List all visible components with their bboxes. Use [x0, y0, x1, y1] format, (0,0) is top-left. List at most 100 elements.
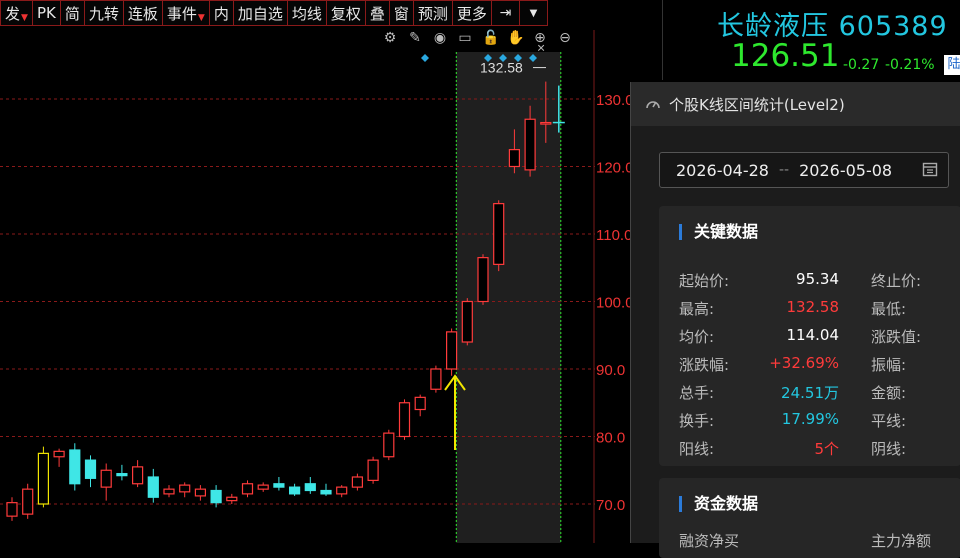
- candle-body: [289, 486, 301, 495]
- calendar-icon[interactable]: [922, 161, 938, 177]
- settings-icon[interactable]: ⚙: [382, 30, 398, 46]
- y-tick-label: 100.0: [596, 295, 630, 312]
- date-end[interactable]: 2026-05-08: [799, 161, 892, 180]
- candle-body: [194, 488, 206, 497]
- key-data-row: 涨跌幅: +32.69%: [679, 354, 839, 374]
- zoom-in-icon[interactable]: ⊕: [532, 30, 548, 46]
- toolbar-item-label: 窗: [393, 4, 409, 23]
- toolbar-item[interactable]: 简: [60, 0, 85, 26]
- candle-body: [147, 476, 159, 498]
- toolbar-item[interactable]: 事件 ▼: [162, 0, 210, 26]
- key-data-value: 24.51万: [781, 384, 839, 402]
- key-data-label: 最高:: [679, 300, 715, 318]
- key-data-card: 关键数据 起始价: 95.34 最高: 132.58 均价: 114.04 涨跌幅: +32.…: [659, 206, 960, 466]
- key-data-label: 终止价:: [871, 272, 922, 290]
- toolbar-item[interactable]: 复权: [326, 0, 366, 26]
- key-data-label: 均价:: [679, 328, 715, 346]
- toolbar-item[interactable]: PK: [32, 0, 61, 26]
- key-data-label: 金额:: [871, 384, 907, 402]
- candle-body: [493, 203, 505, 265]
- key-data-label: 平线:: [871, 412, 907, 430]
- candle-body: [257, 484, 269, 490]
- toolbar-item[interactable]: 均线: [287, 0, 327, 26]
- key-data-row-right: 最低:: [871, 298, 960, 318]
- candle-body: [336, 486, 348, 495]
- toolbar-item[interactable]: 连板: [123, 0, 163, 26]
- y-tick-label: 130.0: [596, 92, 630, 109]
- candle-body: [461, 300, 473, 343]
- fund-row-left-label: 融资净买: [679, 532, 740, 550]
- fund-data-card: 资金数据 融资净买 主力净额: [659, 478, 960, 558]
- key-data-row: 均价: 114.04: [679, 326, 839, 346]
- toolbar-item[interactable]: 预测: [413, 0, 453, 26]
- key-data-value: +32.69%: [769, 354, 839, 372]
- candle-body: [524, 118, 536, 171]
- y-tick-label: 70.0: [596, 497, 625, 514]
- caret-down-icon: ▼: [21, 13, 28, 23]
- kline-chart[interactable]: 130.0120.0110.0100.090.080.070.0132.58×: [0, 0, 630, 543]
- candle-body: [241, 483, 254, 495]
- panel-title-bar[interactable]: 个股K线区间统计(Level2): [631, 82, 960, 126]
- date-start[interactable]: 2026-04-28: [676, 161, 769, 180]
- key-data-title: 关键数据: [679, 224, 758, 240]
- toolbar-item[interactable]: 窗: [389, 0, 414, 26]
- key-data-row: 起始价: 95.34: [679, 270, 839, 290]
- toolbar-item-label: 均线: [291, 4, 322, 23]
- toolbar-item[interactable]: 发 ▼: [0, 0, 33, 26]
- candle-body: [163, 488, 175, 495]
- candle-body: [210, 489, 222, 504]
- key-data-label: 阳线:: [679, 440, 715, 458]
- key-data-value: 17.99%: [781, 410, 839, 428]
- y-tick-label: 120.0: [596, 160, 630, 177]
- high-price-label: 132.58: [480, 60, 523, 76]
- key-data-value: 95.34: [796, 270, 839, 288]
- candle-body: [22, 488, 34, 515]
- key-data-row: 总手: 24.51万: [679, 382, 839, 402]
- panel-title: 个股K线区间统计(Level2): [669, 95, 845, 114]
- toolbar-item[interactable]: 九转: [84, 0, 124, 26]
- briefcase-icon[interactable]: ▭: [457, 30, 473, 46]
- key-data-row-right: 振幅:: [871, 354, 960, 374]
- stock-price: 126.51: [731, 38, 840, 74]
- toolbar-item[interactable]: 加自选: [233, 0, 288, 26]
- collapse-right-icon[interactable]: ⇥: [491, 0, 520, 26]
- key-data-label: 换手:: [679, 412, 715, 430]
- date-range-picker[interactable]: 2026-04-28 -- 2026-05-08: [659, 152, 949, 188]
- eye-icon[interactable]: ◉: [432, 30, 448, 46]
- candle-body: [226, 496, 238, 502]
- stock-change: -0.27: [843, 57, 880, 73]
- y-tick-label: 90.0: [596, 362, 625, 379]
- toolbar-item-label: 更多: [456, 4, 487, 23]
- key-data-label: 振幅:: [871, 356, 907, 374]
- candle-body: [84, 459, 97, 479]
- candle-body: [351, 476, 363, 488]
- key-data-label: 涨跌幅:: [679, 356, 730, 374]
- lock-icon[interactable]: 🔓: [482, 30, 499, 46]
- hand-icon[interactable]: ✋: [507, 30, 524, 46]
- key-data-row-right: 涨跌值:: [871, 326, 960, 346]
- toolbar-item-label: 连板: [127, 4, 158, 23]
- candle-body: [383, 432, 395, 458]
- key-data-value: 5个: [814, 440, 839, 458]
- key-data-value: 132.58: [786, 298, 840, 316]
- y-tick-label: 80.0: [596, 430, 625, 447]
- brush-icon[interactable]: ✎: [407, 30, 423, 46]
- chart-tool-icons: ⚙ ✎ ◉ ▭ 🔓 ✋ ⊕ ⊖: [382, 30, 573, 46]
- candle-body: [320, 489, 332, 495]
- market-tag[interactable]: 陆: [944, 55, 960, 75]
- toolbar-item-label: 九转: [88, 4, 119, 23]
- key-data-label: 涨跌值:: [871, 328, 922, 346]
- key-data-label: 总手:: [679, 384, 715, 402]
- toolbar-item-label: 内: [213, 4, 229, 23]
- candle-body: [273, 483, 285, 488]
- more-dropdown-icon[interactable]: ▼: [519, 0, 548, 26]
- zoom-out-icon[interactable]: ⊖: [557, 30, 573, 46]
- toolbar-item[interactable]: 更多: [452, 0, 492, 26]
- chart-toolbar: 发 ▼ PK 简九转 连板 事件 ▼ 内加自选 均线 复权叠窗预测 更多 ⇥ ▼: [0, 0, 590, 26]
- key-data-row: 换手: 17.99%: [679, 410, 839, 430]
- key-data-row-right: 终止价:: [871, 270, 960, 290]
- toolbar-item[interactable]: 内: [209, 0, 234, 26]
- interval-stats-panel: 个股K线区间统计(Level2) 2026-04-28 -- 2026-05-0…: [630, 82, 960, 558]
- selection-band: [456, 52, 561, 543]
- toolbar-item[interactable]: 叠: [365, 0, 390, 26]
